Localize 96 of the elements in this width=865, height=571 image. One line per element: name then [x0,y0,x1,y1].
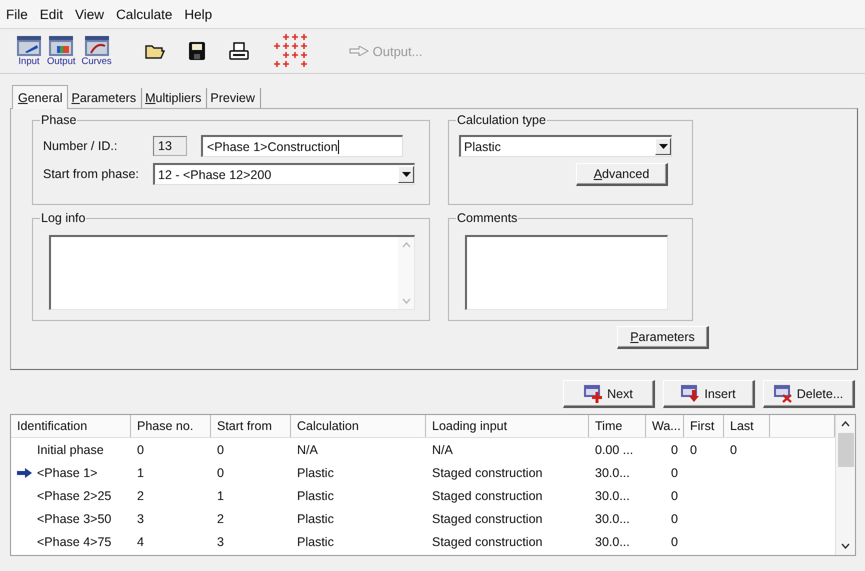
table-cell-text: 3 [216,534,225,548]
number-field: 13 [153,136,187,156]
column-header[interactable]: Phase no. [131,415,211,437]
window-cross-icon [774,384,794,402]
column-header[interactable]: First [684,415,724,437]
table-cell-text: Staged construction [431,488,544,502]
column-header[interactable]: Calculation [291,415,426,437]
crosses-grid-icon [272,33,309,69]
dropdown[interactable]: Plastic [459,135,672,157]
table-cell-text: 2 [216,512,225,526]
menu-item[interactable]: Help [180,4,220,24]
parameters-button[interactable]: Parameters [617,326,709,349]
table-cell-text: 0 [216,442,225,456]
table-cell-text: Plastic [296,466,335,480]
table-cell-text: 0.00 ... [594,442,634,456]
table-cell-text: Plastic [296,534,335,548]
table-cell-text: Plastic [296,488,335,502]
table-cell-text: 30.0... [594,488,631,502]
scroll-down-icon [402,298,410,304]
table-cell-text: Staged construction [431,534,544,548]
folder-icon [144,43,165,59]
scroll-up-icon [841,421,850,427]
tab[interactable]: Preview [207,88,261,108]
scroll-up-icon [402,242,410,248]
scrollbar[interactable] [835,415,855,555]
log-text-area[interactable] [49,235,415,310]
table-cell-text: 0 [689,442,698,456]
group-title: Phase [40,113,78,127]
printer-icon [228,42,249,60]
table-cell: <Phase 1> [11,466,131,480]
toolbar-button[interactable] [186,40,207,62]
table-cell-text: 0 [670,512,679,526]
id-input-field[interactable]: <Phase 1>Construction [201,135,403,157]
table-cell-text: 3 [136,512,145,526]
window-plus-icon [584,384,604,402]
scrollbar[interactable] [398,237,414,309]
action-button[interactable]: Next [563,380,655,408]
table-cell-text: 1 [216,488,225,502]
table-cell-text: Initial phase [36,442,105,456]
table-cell-text: 2 [136,488,145,502]
table-cell-text: N/A [296,442,319,456]
output-window-icon [49,36,74,56]
column-header[interactable]: Time [589,415,646,437]
action-button[interactable]: Insert [663,380,755,408]
table-cell-text: 0 [670,466,679,480]
table-cell-text: 0 [136,442,145,456]
table-cell-text: <Phase 2>25 [36,488,112,502]
column-header[interactable]: Loading input [426,415,589,437]
group-title: Log info [40,211,86,225]
table-cell-text: N/A [431,442,454,456]
table-cell-text: 0 [216,466,225,480]
column-header[interactable]: Start from [211,415,291,437]
table-cell-text: Staged construction [431,466,544,480]
toolbar-button[interactable]: Curves [78,36,115,66]
table-cell-text: 0 [729,442,738,456]
table-cell-text: Plastic [296,512,335,526]
menu-item[interactable]: File [2,4,36,24]
dropdown-arrow-icon [402,172,410,177]
action-button[interactable]: Delete... [763,380,855,408]
menu-item[interactable]: View [71,4,112,24]
advanced-button[interactable]: Advanced [576,163,668,186]
menu-item[interactable]: Edit [36,4,72,24]
curves-window-icon [84,36,109,56]
table-cell-text: 0 [670,534,679,548]
toolbar-button[interactable]: Output [44,36,79,66]
menu-item[interactable]: Calculate [112,4,180,24]
toolbar-button[interactable] [226,40,251,62]
column-header[interactable]: Identification [11,415,131,437]
column-header[interactable]: Wa... [646,415,684,437]
scroll-thumb[interactable] [838,433,854,467]
table-cell-text: 0 [670,488,679,502]
table-cell-text: 30.0... [594,534,631,548]
table-cell-text: 0 [670,442,679,456]
field-label: Start from phase: [43,167,140,181]
input-window-icon [17,36,41,56]
table-cell-text: 30.0... [594,466,631,480]
table-cell-text: 4 [136,534,145,548]
table-cell-text: 1 [136,466,145,480]
arrow-icon [348,46,369,56]
tab[interactable]: General [12,85,68,109]
tab[interactable]: Parameters [68,88,142,108]
dropdown[interactable]: 12 - <Phase 12>200 [153,163,415,185]
group-title: Comments [456,211,518,225]
table-cell-text: Staged construction [431,512,544,526]
tab[interactable]: Multipliers [142,88,208,108]
dropdown-arrow-icon [658,144,668,149]
window-down-arrow-icon [681,384,702,402]
toolbar-button[interactable]: Input [14,36,44,66]
comments-text-area[interactable] [465,235,668,310]
table-cell-text: <Phase 3>50 [36,512,112,526]
table-cell-text: 30.0... [594,512,631,526]
group-title: Calculation type [456,113,547,127]
column-header[interactable]: Last [724,415,770,437]
field-label: Number / ID.: [43,139,118,153]
scroll-down-icon [841,543,850,549]
table-cell-text: <Phase 4>75 [36,534,112,548]
